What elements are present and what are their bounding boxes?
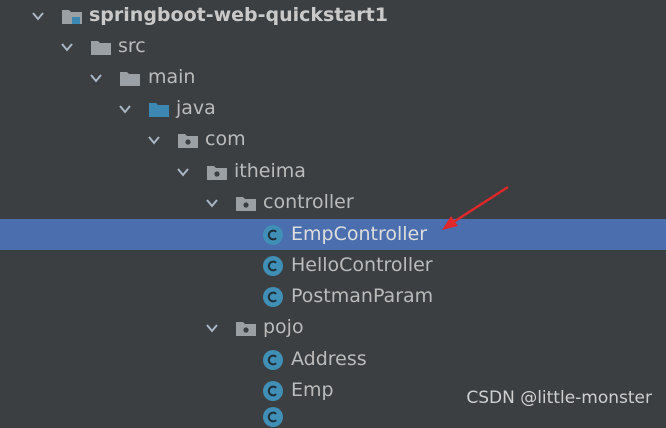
folder-icon <box>90 38 112 56</box>
tree-node-label: springboot-web-quickstart1 <box>89 4 388 26</box>
module-folder-icon <box>61 7 83 25</box>
chevron-down-icon[interactable] <box>205 321 219 335</box>
tree-node-emp-controller[interactable]: EmpController <box>0 219 666 250</box>
tree-node-label: main <box>148 66 196 88</box>
tree-node-controller[interactable]: controller <box>0 187 666 218</box>
tree-node-label: com <box>205 128 246 150</box>
tree-node-main[interactable]: main <box>0 62 666 93</box>
tree-node-label: itheima <box>234 160 306 182</box>
java-class-icon <box>262 380 284 402</box>
tree-node-label: Address <box>291 348 367 370</box>
tree-node-postman-param[interactable]: PostmanParam <box>0 281 666 312</box>
chevron-down-icon[interactable] <box>205 196 219 210</box>
tree-node-hello-controller[interactable]: HelloController <box>0 250 666 281</box>
tree-node-label: java <box>176 97 216 119</box>
tree-node-project[interactable]: springboot-web-quickstart1 <box>0 0 666 31</box>
package-icon <box>177 131 199 149</box>
package-icon <box>235 194 257 212</box>
chevron-down-icon[interactable] <box>147 133 161 147</box>
tree-node-pojo[interactable]: pojo <box>0 312 666 343</box>
tree-node-itheima[interactable]: itheima <box>0 156 666 187</box>
tree-node-label: controller <box>263 191 354 213</box>
java-class-icon <box>262 349 284 371</box>
tree-node-src[interactable]: src <box>0 31 666 62</box>
chevron-down-icon[interactable] <box>60 40 74 54</box>
tree-node-label: src <box>118 35 146 57</box>
chevron-down-icon[interactable] <box>31 9 45 23</box>
package-icon <box>235 319 257 337</box>
tree-node-label: EmpController <box>291 223 428 245</box>
chevron-down-icon[interactable] <box>118 102 132 116</box>
folder-icon <box>119 69 141 87</box>
source-root-folder-icon <box>148 100 170 118</box>
chevron-down-icon[interactable] <box>176 165 190 179</box>
tree-node-label: Emp <box>291 379 334 401</box>
watermark: CSDN @little-monster <box>466 388 652 408</box>
tree-node-label: PostmanParam <box>291 285 434 307</box>
java-class-icon <box>262 224 284 246</box>
tree-node-label: pojo <box>263 316 304 338</box>
tree-node-com[interactable]: com <box>0 124 666 155</box>
chevron-down-icon[interactable] <box>89 71 103 85</box>
java-class-icon <box>262 406 284 428</box>
tree-node-java[interactable]: java <box>0 93 666 124</box>
package-icon <box>206 163 228 181</box>
java-class-icon <box>262 255 284 277</box>
tree-node-label: HelloController <box>291 254 433 276</box>
java-class-icon <box>262 286 284 308</box>
tree-node-address[interactable]: Address <box>0 344 666 375</box>
